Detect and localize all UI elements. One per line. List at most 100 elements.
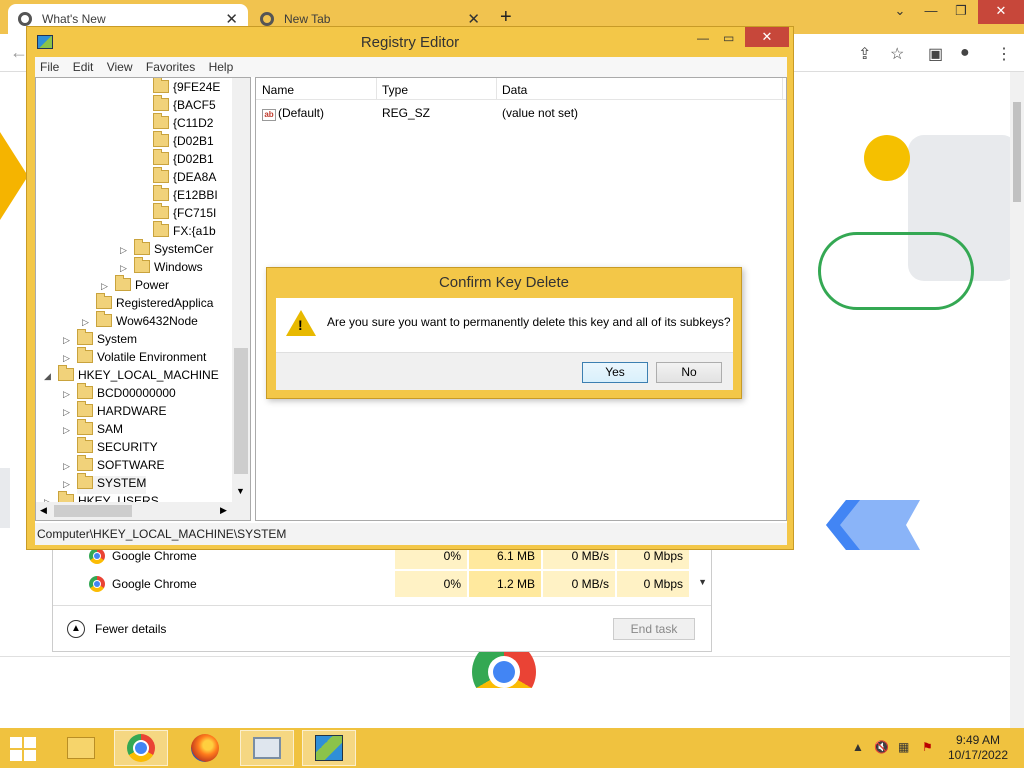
expand-arrow-icon[interactable]: ▷ [63, 389, 70, 400]
minimize-button[interactable]: — [697, 31, 709, 45]
maximize-button[interactable]: ▭ [723, 31, 734, 45]
regedit-taskbar-button[interactable] [302, 730, 356, 766]
yes-button[interactable]: Yes [582, 362, 648, 383]
menu-edit[interactable]: Edit [68, 57, 99, 77]
file-explorer-taskbar-button[interactable] [54, 730, 108, 766]
collapse-arrow-icon[interactable]: ◢ [44, 371, 51, 382]
expand-arrow-icon[interactable]: ▷ [63, 353, 70, 364]
task-manager-taskbar-button[interactable] [240, 730, 294, 766]
tree-node[interactable]: {BACF5 [153, 95, 216, 116]
expand-arrow-icon[interactable]: ▷ [63, 425, 70, 436]
tree-node[interactable]: ▷ SAM [63, 419, 123, 440]
tree-node[interactable]: RegisteredApplica [96, 293, 213, 314]
tree-node-label: SOFTWARE [97, 458, 165, 472]
close-button[interactable]: ✕ [745, 27, 789, 47]
tree-node[interactable]: ▷ SOFTWARE [63, 455, 165, 476]
column-data[interactable]: Data [502, 83, 527, 97]
value-data-cell: (value not set) [502, 106, 579, 120]
tree-node[interactable]: ◢ HKEY_LOCAL_MACHINE [44, 365, 219, 386]
tree-node[interactable]: ▷ Power [101, 275, 169, 296]
folder-icon [153, 221, 169, 237]
scroll-down-icon[interactable]: ▼ [698, 577, 707, 587]
scroll-left-icon[interactable]: ◀ [40, 505, 47, 516]
menu-kebab-icon[interactable]: ⋮ [996, 44, 1012, 64]
tree-node[interactable]: ▷ Volatile Environment [63, 347, 206, 368]
show-hidden-icons-icon[interactable]: ▲ [852, 740, 864, 754]
expand-arrow-icon[interactable]: ▷ [63, 335, 70, 346]
expand-arrow-icon[interactable]: ▷ [82, 317, 89, 328]
profile-avatar-icon[interactable]: ● [960, 44, 970, 62]
folder-icon [77, 401, 93, 417]
column-type[interactable]: Type [382, 83, 408, 97]
clock[interactable]: 9:49 AM 10/17/2022 [946, 733, 1010, 763]
bookmark-star-icon[interactable]: ☆ [890, 44, 904, 64]
volume-muted-icon[interactable]: 🔇 [874, 740, 889, 754]
folder-icon [96, 293, 112, 309]
network-icon[interactable]: ▦ [898, 740, 909, 754]
tab-search-icon[interactable]: ⌄ [888, 0, 912, 24]
folder-icon [67, 737, 95, 759]
menu-help[interactable]: Help [204, 57, 239, 77]
tree-node-label: SYSTEM [97, 476, 147, 490]
expand-arrow-icon[interactable]: ▷ [63, 479, 70, 490]
tree-node[interactable]: {DEA8A [153, 167, 216, 188]
firefox-taskbar-button[interactable] [178, 730, 232, 766]
tree-node-label: {D02B1 [173, 134, 214, 148]
column-name[interactable]: Name [262, 83, 294, 97]
expand-arrow-icon[interactable]: ▷ [63, 461, 70, 472]
action-center-icon[interactable]: ⚑ [922, 740, 933, 754]
end-task-button[interactable]: End task [613, 618, 695, 640]
chevron-up-icon[interactable]: ▲ [67, 620, 85, 638]
menu-file[interactable]: File [35, 57, 64, 77]
folder-icon [153, 185, 169, 201]
close-window-button[interactable]: ✕ [978, 0, 1024, 24]
scroll-thumb[interactable] [234, 348, 248, 474]
restore-button[interactable]: ❐ [948, 0, 974, 24]
scroll-thumb[interactable] [54, 505, 132, 517]
tree-node[interactable]: {C11D2 [153, 113, 213, 134]
chrome-taskbar-button[interactable] [114, 730, 168, 766]
folder-icon [77, 419, 93, 435]
tree-node[interactable]: ▷ HARDWARE [63, 401, 167, 422]
tree-node[interactable]: {D02B1 [153, 149, 214, 170]
tree-node[interactable]: ▷ Windows [120, 257, 203, 278]
tree-node[interactable]: {D02B1 [153, 131, 214, 152]
tree-node[interactable]: SECURITY [77, 437, 158, 458]
minimize-button[interactable]: — [918, 0, 944, 24]
folder-icon [77, 383, 93, 399]
tree-vertical-scrollbar[interactable]: ▼ [232, 78, 250, 502]
share-icon[interactable]: ⇪ [858, 44, 871, 64]
expand-arrow-icon[interactable]: ▷ [63, 407, 70, 418]
expand-arrow-icon[interactable]: ▷ [101, 281, 108, 292]
page-scrollbar[interactable] [1010, 72, 1024, 728]
side-panel-icon[interactable]: ▣ [928, 44, 943, 64]
process-row[interactable]: Google Chrome 0% 1.2 MB 0 MB/s 0 Mbps [61, 571, 701, 597]
network-cell: 0 Mbps [617, 571, 689, 597]
fewer-details-link[interactable]: Fewer details [95, 622, 166, 636]
value-row[interactable]: ab (Default) REG_SZ (value not set) [256, 102, 786, 122]
windows-start-icon[interactable] [10, 737, 36, 761]
scroll-right-icon[interactable]: ▶ [220, 505, 227, 516]
tree-node[interactable]: ▷ SYSTEM [63, 473, 147, 494]
title-bar[interactable]: Registry Editor — ▭ ✕ [27, 27, 793, 57]
tree-node[interactable]: ▷ BCD00000000 [63, 383, 176, 404]
tree-node[interactable]: ▷ System [63, 329, 137, 350]
folder-icon [153, 203, 169, 219]
menu-view[interactable]: View [102, 57, 138, 77]
taskbar: ▲ 🔇 ▦ ⚑ 9:49 AM 10/17/2022 [0, 728, 1024, 768]
tree-node[interactable]: ▷ SystemCer [120, 239, 213, 260]
tree-node[interactable]: FX:{a1b [153, 221, 216, 242]
expand-arrow-icon[interactable]: ▷ [120, 245, 127, 256]
menu-favorites[interactable]: Favorites [141, 57, 200, 77]
tree-node[interactable]: {E12BBI [153, 185, 218, 206]
tree-node[interactable]: {9FE24E [153, 78, 220, 98]
process-name: Google Chrome [112, 549, 197, 563]
folder-icon [153, 78, 169, 93]
no-button[interactable]: No [656, 362, 722, 383]
expand-arrow-icon[interactable]: ▷ [120, 263, 127, 274]
tree-horizontal-scrollbar[interactable]: ◀ ▶ [36, 502, 250, 520]
scroll-down-icon[interactable]: ▼ [236, 486, 245, 496]
chrome-icon [89, 548, 105, 564]
tree-node[interactable]: ▷ Wow6432Node [82, 311, 198, 332]
tree-node[interactable]: {FC715I [153, 203, 216, 224]
